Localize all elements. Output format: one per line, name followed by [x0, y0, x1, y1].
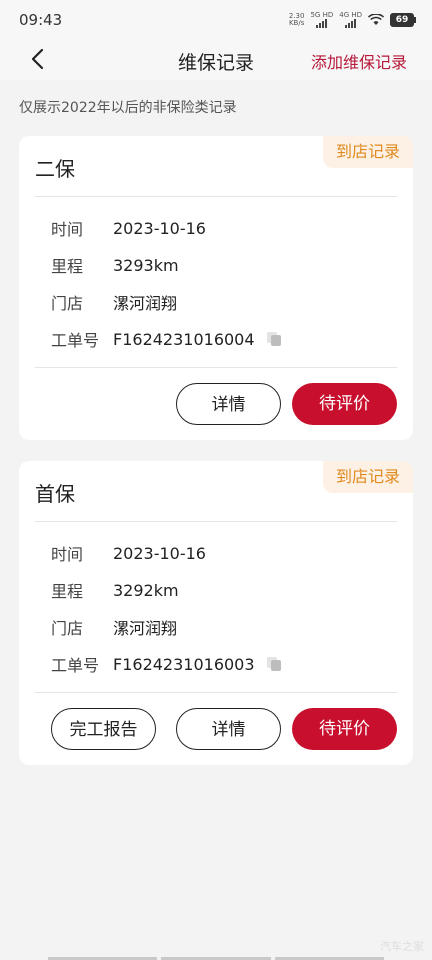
detail-button[interactable]: 详情 [176, 708, 281, 750]
record-order-number: F1624231016004 [113, 329, 255, 349]
order-row: 工单号 F1624231016004 [51, 327, 281, 351]
divider [35, 521, 397, 522]
signal-4g-icon: 4G HD [339, 12, 362, 28]
nav-bar: 维保记录 添加维保记录 [0, 40, 432, 80]
status-time: 09:43 [19, 11, 63, 29]
rate-button[interactable]: 待评价 [292, 383, 397, 425]
completion-report-button[interactable]: 完工报告 [51, 708, 156, 750]
store-row: 门店 漯河润翔 [51, 615, 177, 639]
copy-icon[interactable] [266, 657, 281, 671]
record-store: 漯河润翔 [113, 619, 178, 638]
record-title: 二保 [35, 157, 75, 181]
add-record-button[interactable]: 添加维保记录 [311, 49, 407, 73]
watermark: 汽车之家 [380, 940, 424, 953]
record-time: 2023-10-16 [113, 218, 206, 238]
time-row: 时间 2023-10-16 [51, 218, 206, 240]
divider [35, 196, 397, 197]
battery-icon: 69 [390, 13, 416, 27]
record-title: 首保 [35, 482, 75, 506]
status-icons: 2.30 KB/s 5G HD 4G HD 69 [288, 12, 416, 28]
record-store: 漯河润翔 [113, 294, 178, 313]
store-record-tag: 到店记录 [322, 136, 413, 168]
status-bar: 09:43 2.30 KB/s 5G HD 4G HD 69 [0, 0, 432, 40]
time-row: 时间 2023-10-16 [51, 543, 206, 565]
network-speed: 2.30 KB/s [288, 12, 305, 27]
record-order-number: F1624231016003 [113, 654, 255, 674]
record-mileage: 3292km [113, 580, 179, 600]
rate-button[interactable]: 待评价 [292, 708, 397, 750]
store-record-tag: 到店记录 [322, 461, 413, 493]
mileage-row: 里程 3292km [51, 580, 179, 602]
divider [35, 692, 397, 693]
record-mileage: 3293km [113, 255, 179, 275]
notice-text: 仅展示2022年以后的非保险类记录 [19, 100, 237, 116]
detail-button[interactable]: 详情 [176, 383, 281, 425]
divider [35, 367, 397, 368]
wifi-icon [368, 14, 384, 25]
store-row: 门店 漯河润翔 [51, 290, 177, 314]
copy-icon[interactable] [266, 332, 281, 346]
record-card[interactable]: 到店记录 首保 时间 2023-10-16 里程 3292km 门店 漯河润翔 … [19, 461, 413, 765]
mileage-row: 里程 3293km [51, 255, 179, 277]
record-card[interactable]: 到店记录 二保 时间 2023-10-16 里程 3293km 门店 漯河润翔 … [19, 136, 413, 440]
record-time: 2023-10-16 [113, 543, 206, 563]
signal-5g-icon: 5G HD [310, 12, 333, 28]
order-row: 工单号 F1624231016003 [51, 652, 281, 676]
